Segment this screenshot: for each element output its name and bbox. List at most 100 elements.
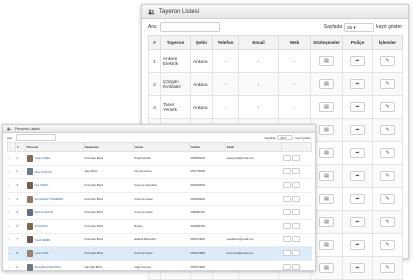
contract-button[interactable]: ▤ <box>319 102 334 112</box>
cell-phone: - <box>212 72 239 96</box>
contract-button[interactable]: ▤ <box>319 171 334 181</box>
edit-button[interactable] <box>282 249 291 256</box>
edit-button[interactable]: ✎ <box>380 125 395 135</box>
column-header[interactable]: Poliçe <box>342 35 373 50</box>
table-row[interactable]: › 4 Fikri Gölbaşı TAŞDEMİR Koza İşler Birim… <box>7 192 312 207</box>
personel-name-link[interactable]: Nuri VAROL <box>35 184 49 187</box>
personel-name-link[interactable]: Ali DOĞAN <box>35 225 48 228</box>
column-header[interactable]: Email <box>225 142 282 152</box>
contract-button[interactable]: ▤ <box>319 217 334 227</box>
column-header[interactable] <box>7 142 16 152</box>
expand-icon[interactable]: › <box>9 184 10 187</box>
delete-button[interactable] <box>291 263 300 270</box>
personel-name-link[interactable]: Mehmet ASLAN <box>35 211 53 214</box>
table-row[interactable]: › 3 Nuri VAROL Koza İşler Birimi Koza İnş Op… <box>7 178 312 193</box>
expand-icon[interactable]: › <box>9 225 10 228</box>
cell-role: Proje/Tekniker <box>133 151 190 166</box>
contract-button[interactable]: ▤ <box>319 240 334 250</box>
delete-button[interactable] <box>291 209 300 216</box>
column-header[interactable]: Departman <box>83 142 134 152</box>
expand-icon[interactable]: › <box>9 238 10 241</box>
table-row[interactable]: › 7 Yusuf DEMİR Koza İşler Birimi Elektrik M… <box>7 233 312 248</box>
search-input[interactable] <box>15 134 56 141</box>
column-header[interactable] <box>281 142 312 152</box>
delete-button[interactable] <box>291 195 300 202</box>
column-header[interactable]: Tayeron <box>160 35 191 50</box>
personel-name-link[interactable]: Okan KAPLAN <box>35 171 52 174</box>
expand-icon[interactable]: › <box>9 266 10 269</box>
expand-icon[interactable]: › <box>9 252 10 255</box>
personel-name-link[interactable]: Yaşar GÜZEL <box>35 157 51 160</box>
contract-button[interactable]: ▤ <box>319 194 334 204</box>
edit-button[interactable]: ✎ <box>380 240 395 250</box>
edit-button[interactable]: ✎ <box>380 171 395 181</box>
edit-button[interactable] <box>282 168 291 175</box>
column-header[interactable]: # <box>148 35 161 50</box>
edit-button[interactable] <box>282 263 291 270</box>
share-button[interactable]: ➦ <box>350 125 365 135</box>
edit-button[interactable]: ✎ <box>380 263 395 273</box>
contract-button[interactable]: ▤ <box>319 263 334 273</box>
personel-name-link[interactable]: Murat Barış DAKOĞLU <box>35 266 62 269</box>
delete-button[interactable] <box>291 236 300 243</box>
edit-button[interactable]: ✎ <box>380 102 395 112</box>
column-header[interactable]: Telefon <box>212 35 239 50</box>
page-size-select[interactable]: 25 ▾ <box>277 135 294 140</box>
delete-button[interactable] <box>291 154 300 161</box>
share-button[interactable]: ➦ <box>350 217 365 227</box>
contract-button[interactable]: ▤ <box>319 148 334 158</box>
column-header[interactable]: Görevi <box>133 142 190 152</box>
delete-button[interactable] <box>291 249 300 256</box>
contract-button[interactable]: ▤ <box>319 56 334 66</box>
column-header[interactable]: Web <box>278 35 311 50</box>
personel-name-link[interactable]: Fikri Gölbaşı TAŞDEMİR <box>35 198 63 201</box>
delete-button[interactable] <box>291 181 300 188</box>
edit-button[interactable] <box>282 181 291 188</box>
row-expand-cell: › <box>7 246 16 261</box>
table-row[interactable]: › 5 Mehmet ASLAN Koza İşler Birimi Koza İnş … <box>7 205 312 220</box>
column-header[interactable]: # <box>15 142 26 152</box>
expand-icon[interactable]: › <box>9 198 10 201</box>
expand-icon[interactable]: › <box>9 170 10 173</box>
edit-button[interactable] <box>282 222 291 229</box>
share-button[interactable]: ➦ <box>350 263 365 273</box>
edit-button[interactable] <box>282 236 291 243</box>
share-button[interactable]: ➦ <box>350 171 365 181</box>
edit-button[interactable]: ✎ <box>380 194 395 204</box>
column-header[interactable]: Sözleşmeler <box>310 35 343 50</box>
column-header[interactable]: Email <box>238 35 279 50</box>
edit-button[interactable] <box>282 195 291 202</box>
share-button[interactable]: ➦ <box>350 148 365 158</box>
share-button[interactable]: ➦ <box>350 240 365 250</box>
edit-button[interactable]: ✎ <box>380 56 395 66</box>
share-button[interactable]: ➦ <box>350 194 365 204</box>
table-row[interactable]: › 6 Ali DOĞAN Koza İşler Birimi Boyacı 502536… <box>7 219 312 234</box>
table-row[interactable]: › 1 Yaşar GÜZEL Koza İşler Birimi Proje/Tekn… <box>7 151 312 166</box>
contract-button[interactable]: ▤ <box>319 79 334 89</box>
personel-name-link[interactable]: Levent AZİZ <box>35 252 49 255</box>
column-header[interactable]: İşlemler <box>372 35 403 50</box>
cell-role: Boyacı <box>133 219 190 234</box>
edit-button[interactable]: ✎ <box>380 148 395 158</box>
delete-button[interactable] <box>291 222 300 229</box>
edit-button[interactable]: ✎ <box>380 79 395 89</box>
expand-icon[interactable]: › <box>9 157 10 160</box>
share-button[interactable]: ➦ <box>350 79 365 89</box>
search-input[interactable] <box>160 22 221 32</box>
edit-button[interactable]: ✎ <box>380 217 395 227</box>
column-header[interactable]: Personel <box>25 142 84 152</box>
column-header[interactable]: Şehir <box>190 35 213 50</box>
edit-button[interactable] <box>282 154 291 161</box>
table-row[interactable]: › 2 Okan KAPLAN Satış Birimi Kat Sorumlusu 53… <box>7 165 312 180</box>
page-size-select[interactable]: 25 ▾ <box>344 22 375 32</box>
edit-button[interactable] <box>282 209 291 216</box>
delete-button[interactable] <box>291 168 300 175</box>
table-row[interactable]: › 8 Levent AZİZ Koza İşler Birimi Koza İnş U… <box>7 246 312 261</box>
share-button[interactable]: ➦ <box>350 102 365 112</box>
expand-icon[interactable]: › <box>9 211 10 214</box>
contract-button[interactable]: ▤ <box>319 125 334 135</box>
table-row[interactable]: › 9 Murat Barış DAKOĞLU İdari İşler Birimi D… <box>7 260 312 275</box>
personel-name-link[interactable]: Yusuf DEMİR <box>35 239 51 242</box>
share-button[interactable]: ➦ <box>350 56 365 66</box>
column-header[interactable]: Telefon <box>189 142 226 152</box>
